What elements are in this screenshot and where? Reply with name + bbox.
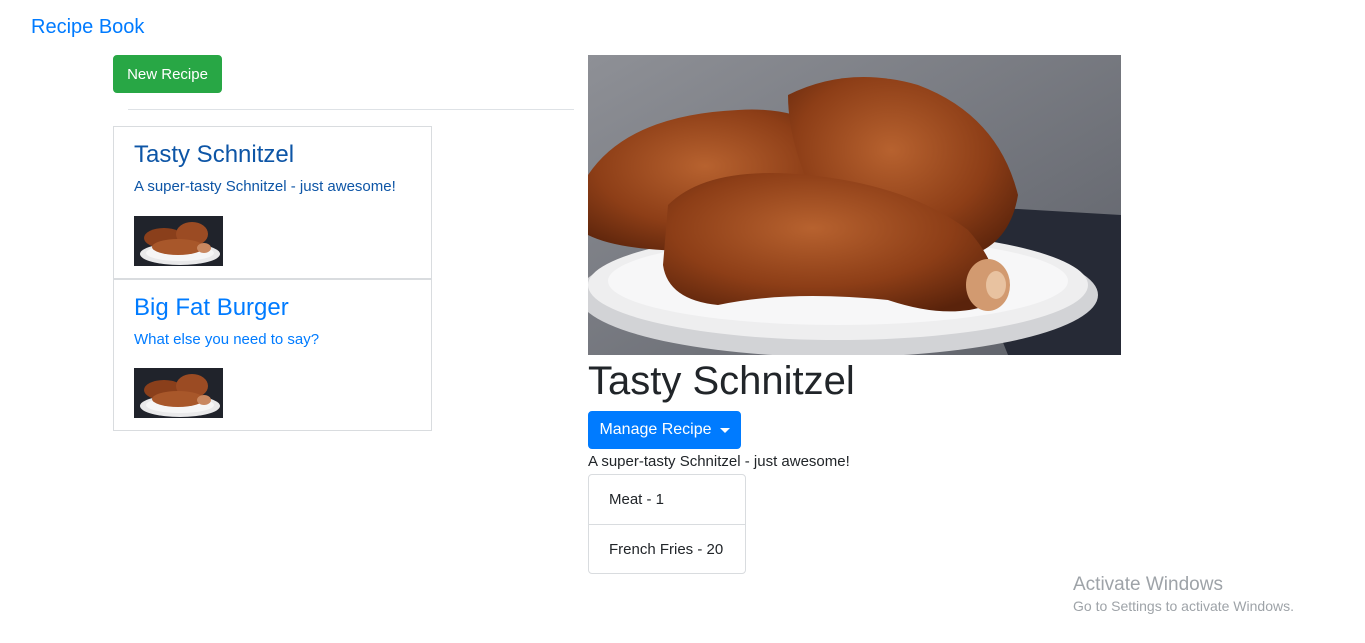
recipe-detail-title: Tasty Schnitzel <box>588 359 855 403</box>
manage-recipe-label: Manage Recipe <box>599 421 712 438</box>
caret-down-icon <box>719 427 730 433</box>
ingredient-list: Meat - 1 French Fries - 20 <box>588 474 746 574</box>
recipe-name: Tasty Schnitzel <box>134 141 295 168</box>
recipe-hero-image <box>588 55 1121 355</box>
ingredient-item: French Fries - 20 <box>589 524 745 573</box>
recipe-thumbnail <box>134 216 223 266</box>
recipe-thumbnail <box>134 368 223 418</box>
recipe-name: Big Fat Burger <box>134 294 289 321</box>
divider <box>128 109 574 110</box>
manage-recipe-dropdown[interactable]: Manage Recipe <box>588 411 741 449</box>
windows-activation-watermark: Activate Windows Go to Settings to activ… <box>1073 574 1294 615</box>
recipe-item-big-fat-burger[interactable]: Big Fat Burger What else you need to say… <box>113 279 432 431</box>
recipe-item-tasty-schnitzel[interactable]: Tasty Schnitzel A super-tasty Schnitzel … <box>113 126 432 279</box>
recipe-detail-description: A super-tasty Schnitzel - just awesome! <box>588 453 850 470</box>
watermark-subtitle: Go to Settings to activate Windows. <box>1073 598 1294 614</box>
navbar-brand[interactable]: Recipe Book <box>31 16 144 39</box>
ingredient-item: Meat - 1 <box>609 491 665 508</box>
recipe-description: A super-tasty Schnitzel - just awesome! <box>134 178 396 195</box>
recipe-list: Tasty Schnitzel A super-tasty Schnitzel … <box>113 126 432 431</box>
new-recipe-button[interactable]: New Recipe <box>113 55 222 93</box>
watermark-title: Activate Windows <box>1073 574 1223 595</box>
recipe-description: What else you need to say? <box>134 331 320 348</box>
